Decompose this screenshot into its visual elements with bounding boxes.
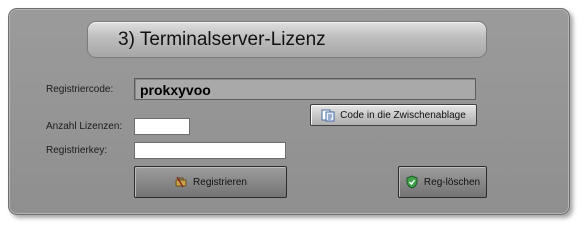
registrieren-label: Registrieren	[193, 176, 247, 188]
registriercode-field[interactable]: prokxyvoo	[134, 78, 476, 100]
anzahl-lizenzen-field[interactable]	[134, 118, 190, 135]
reg-loeschen-button[interactable]: Reg-löschen	[398, 166, 487, 198]
tools-icon	[174, 175, 188, 189]
registrierkey-field[interactable]	[134, 142, 286, 159]
copy-code-label: Code in die Zwischenablage	[340, 109, 466, 121]
shield-check-icon	[405, 175, 419, 189]
reg-loeschen-label: Reg-löschen	[423, 176, 481, 188]
copy-code-button[interactable]: Code in die Zwischenablage	[310, 104, 477, 126]
registrieren-button[interactable]: Registrieren	[134, 166, 287, 198]
registriercode-label: Registriercode:	[46, 84, 114, 95]
clipboard-icon	[321, 108, 335, 122]
registrierkey-label: Registrierkey:	[46, 145, 108, 156]
anzahl-lizenzen-label: Anzahl Lizenzen:	[46, 121, 123, 132]
page-title: 3) Terminalserver-Lizenz	[118, 29, 326, 50]
